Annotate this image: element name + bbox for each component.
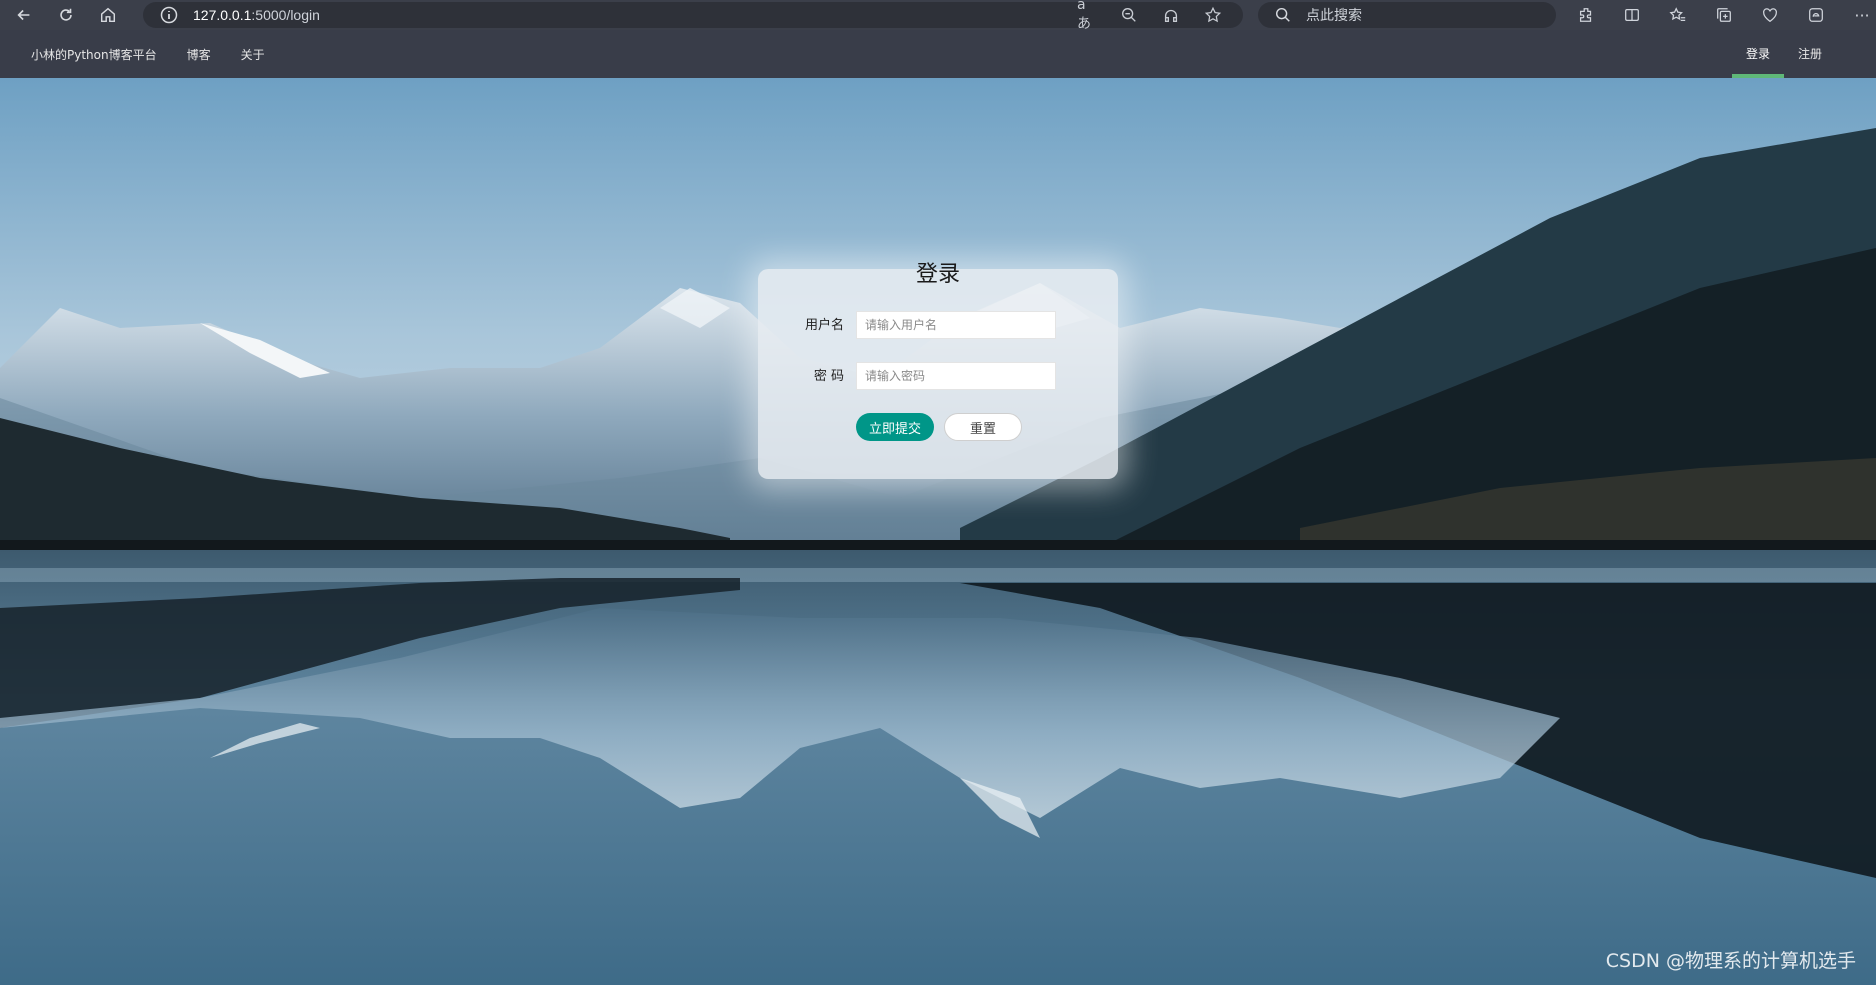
address-bar-actions: aあ <box>1077 0 1223 32</box>
nav-item-register[interactable]: 注册 <box>1784 30 1836 78</box>
back-button[interactable] <box>6 1 42 29</box>
more-options-icon[interactable]: ··· <box>1849 3 1875 27</box>
username-label: 用户名 <box>804 318 844 333</box>
url-host: 127.0.0.1 <box>193 7 252 23</box>
csdn-watermark: CSDN @物理系的计算机选手 <box>1605 950 1856 972</box>
split-screen-icon[interactable] <box>1619 3 1645 27</box>
extensions-icon[interactable] <box>1573 3 1599 27</box>
collections-icon[interactable] <box>1711 3 1737 27</box>
site-brand-link[interactable]: 小林的Python博客平台 <box>31 46 157 63</box>
arrow-left-icon <box>17 9 30 21</box>
home-button[interactable] <box>90 1 126 29</box>
browser-search-box[interactable]: 点此搜索 <box>1258 2 1556 28</box>
login-panel: 登录 用户名 密 码 立即提交 重置 <box>758 262 1118 479</box>
browser-right-toolbar: ··· <box>1573 3 1875 27</box>
password-label: 密 码 <box>813 369 844 384</box>
nav-item-blog[interactable]: 博客 <box>187 46 211 63</box>
home-icon <box>100 7 116 23</box>
refresh-icon <box>60 8 72 21</box>
search-icon <box>1275 7 1290 22</box>
site-navbar: 小林的Python博客平台 博客 关于 登录 注册 <box>0 30 1876 79</box>
nav-item-login[interactable]: 登录 <box>1731 30 1784 78</box>
url-text[interactable]: 127.0.0.1:5000/login <box>193 7 320 23</box>
info-icon[interactable] <box>159 5 179 25</box>
login-title: 登录 <box>915 262 960 287</box>
refresh-button[interactable] <box>48 1 84 29</box>
submit-button[interactable]: 立即提交 <box>856 413 934 441</box>
search-placeholder: 点此搜索 <box>1306 8 1362 24</box>
reset-button[interactable]: 重置 <box>944 413 1022 441</box>
url-path: :5000/login <box>251 7 320 23</box>
password-row: 密 码 <box>758 362 1118 392</box>
read-aloud-icon[interactable]: aあ <box>1077 0 1097 32</box>
nav-item-about[interactable]: 关于 <box>241 46 265 63</box>
navbar-right: 登录 注册 <box>1731 30 1836 78</box>
username-input[interactable] <box>856 311 1056 339</box>
password-input[interactable] <box>856 362 1056 390</box>
zoom-out-icon[interactable] <box>1119 5 1139 25</box>
favorites-icon[interactable] <box>1665 3 1691 27</box>
username-row: 用户名 <box>758 311 1118 341</box>
headphones-icon[interactable] <box>1161 5 1181 25</box>
favorite-star-icon[interactable] <box>1203 5 1223 25</box>
browser-essentials-icon[interactable] <box>1757 3 1783 27</box>
edge-icon[interactable] <box>1803 3 1829 27</box>
background-landscape-image <box>0 78 1876 985</box>
navbar-left: 小林的Python博客平台 博客 关于 <box>31 30 265 78</box>
address-bar[interactable]: 127.0.0.1:5000/login aあ <box>143 0 1243 32</box>
browser-toolbar: 127.0.0.1:5000/login aあ 点此搜索 ··· <box>0 0 1876 32</box>
